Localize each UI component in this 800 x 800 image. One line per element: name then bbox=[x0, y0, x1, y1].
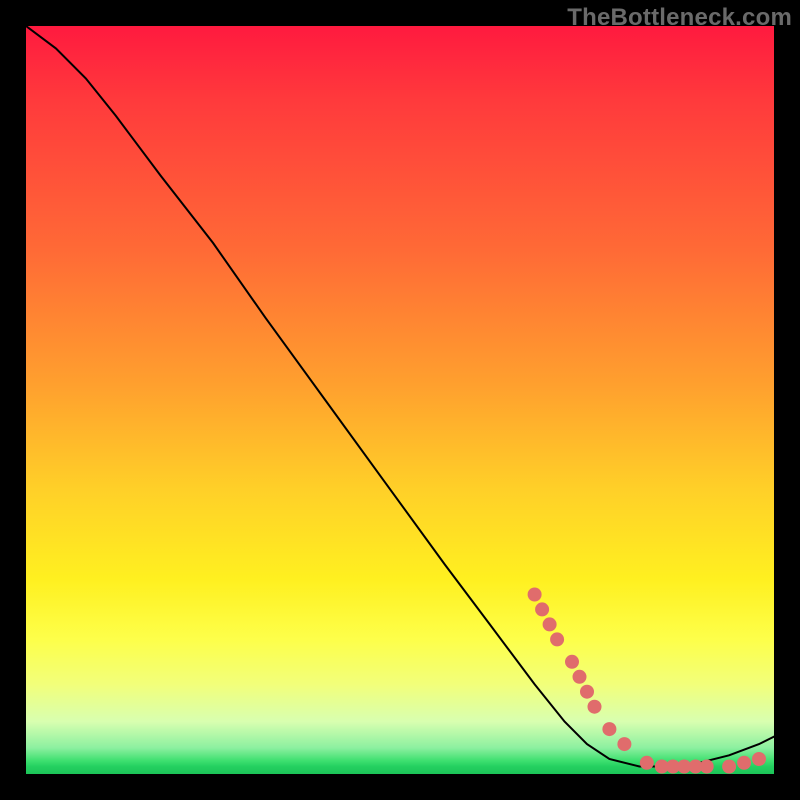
curve-marker bbox=[588, 700, 602, 714]
curve-markers bbox=[528, 588, 766, 774]
curve-marker bbox=[700, 760, 714, 774]
curve-marker bbox=[752, 752, 766, 766]
curve-marker bbox=[565, 655, 579, 669]
curve-marker bbox=[528, 588, 542, 602]
watermark-text: TheBottleneck.com bbox=[567, 4, 792, 32]
curve-marker bbox=[640, 756, 654, 770]
curve-marker bbox=[602, 722, 616, 736]
plot-area bbox=[26, 26, 774, 774]
chart-overlay bbox=[26, 26, 774, 774]
curve-marker bbox=[550, 632, 564, 646]
curve-marker bbox=[722, 760, 736, 774]
chart-stage: TheBottleneck.com bbox=[0, 0, 800, 800]
curve-marker bbox=[543, 617, 557, 631]
curve-marker bbox=[737, 756, 751, 770]
curve-line bbox=[26, 26, 774, 767]
curve-marker bbox=[580, 685, 594, 699]
curve-marker bbox=[617, 737, 631, 751]
curve-marker bbox=[535, 602, 549, 616]
curve-marker bbox=[573, 670, 587, 684]
